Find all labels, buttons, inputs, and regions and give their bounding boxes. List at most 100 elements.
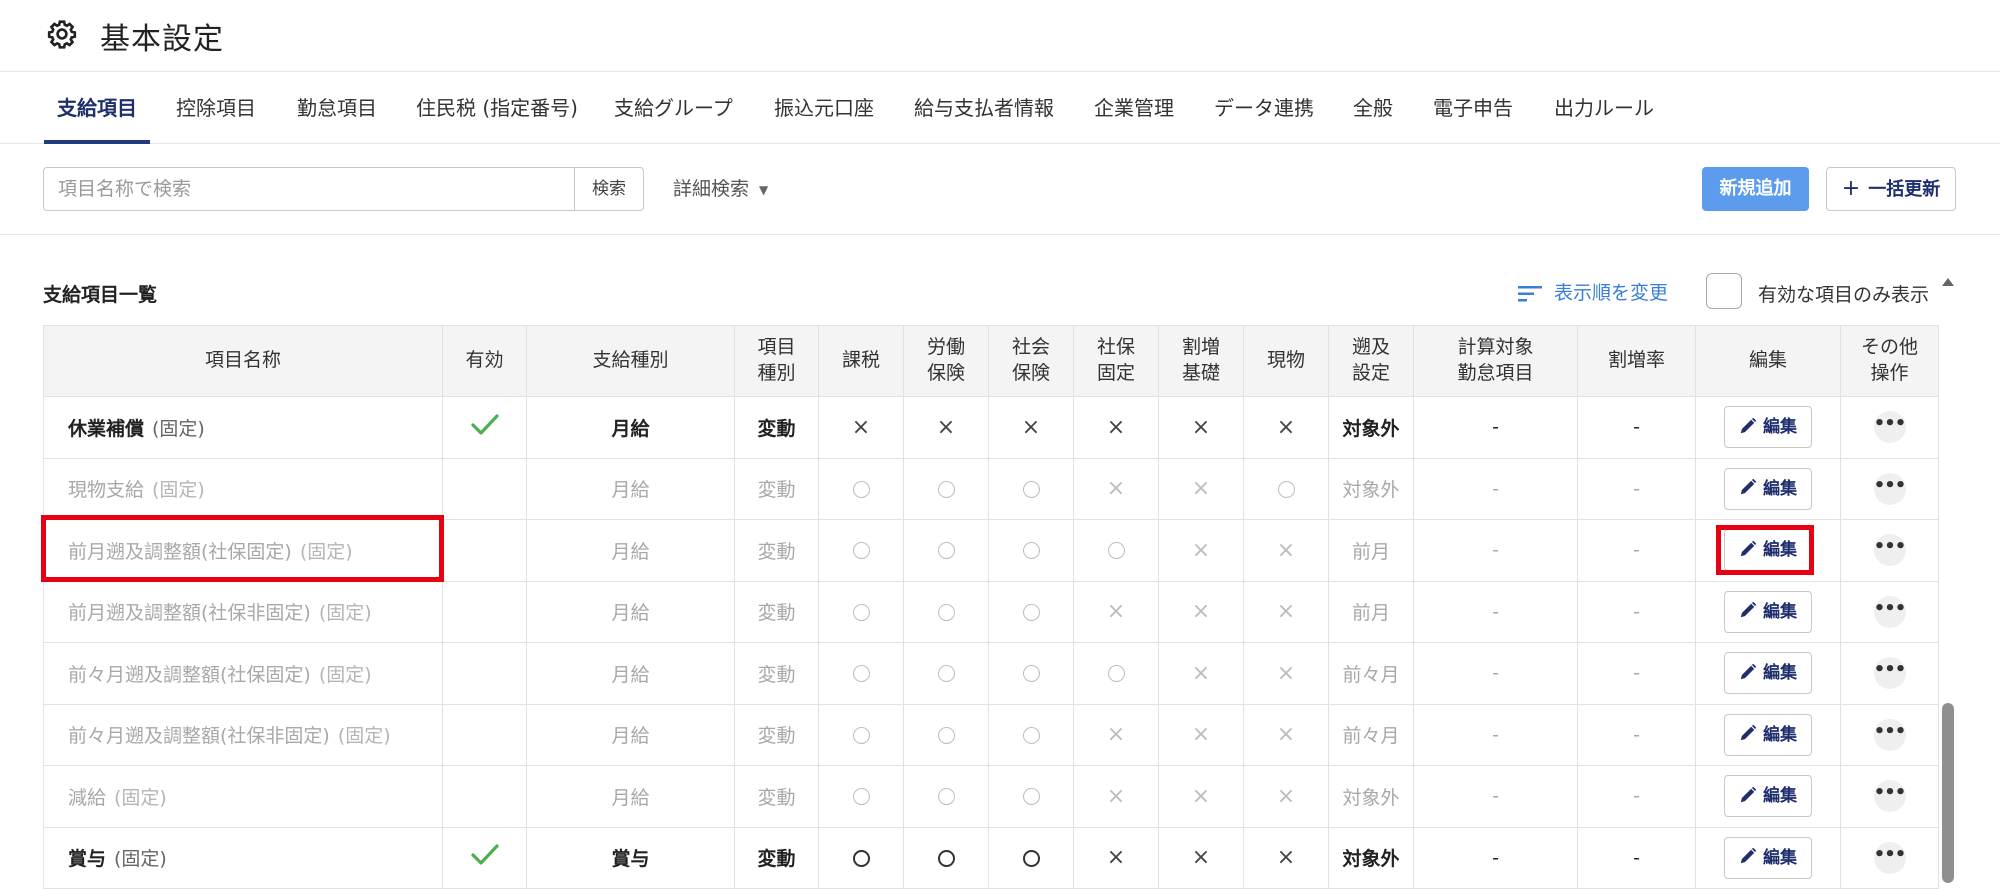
pay-type-cell: 月給 (526, 642, 735, 705)
tab-data-integration[interactable]: データ連携 (1214, 73, 1314, 143)
cross-mark: × (1191, 660, 1211, 686)
pay-type-cell: 月給 (526, 519, 735, 582)
in-kind-cell: × (1243, 396, 1329, 459)
bulk-update-button[interactable]: + 一括更新 (1826, 167, 1956, 211)
edit-button[interactable]: 編集 (1724, 529, 1812, 572)
edit-cell: 編集 (1695, 765, 1841, 828)
more-options-icon[interactable]: ••• (1873, 657, 1906, 690)
edit-cell: 編集 (1695, 580, 1841, 643)
table-header-row: 項目名称 有効 支給種別 項目 種別 課税 労働 保険 社会 保険 社保 固定 割増 基礎 現物遡… (43, 325, 1939, 397)
calc-attendance-cell: - (1413, 519, 1578, 582)
pay-type-cell: 月給 (526, 703, 735, 766)
cross-mark: × (1191, 722, 1211, 748)
search-button[interactable]: 検索 (574, 167, 644, 211)
tab-resident-tax[interactable]: 住民税 (指定番号) (416, 73, 578, 143)
tab-attendance-items[interactable]: 勤怠項目 (297, 73, 377, 143)
more-options-icon[interactable]: ••• (1873, 534, 1906, 567)
change-order-link[interactable]: 表示順を変更 (1518, 278, 1668, 305)
column-header: 課税 (818, 325, 904, 397)
edit-button[interactable]: 編集 (1724, 406, 1812, 449)
circle-icon (1022, 603, 1040, 621)
tab-e-filing[interactable]: 電子申告 (1433, 73, 1513, 143)
tab-payer-info[interactable]: 給与支払者情報 (914, 73, 1054, 143)
edit-cell: 編集 (1695, 703, 1841, 766)
cross-mark: × (1276, 845, 1296, 871)
cross-mark: × (1191, 599, 1211, 625)
social-fixed-cell: × (1073, 580, 1159, 643)
cross-mark: × (1106, 476, 1126, 502)
item-name-cell: 現物支給 (固定) (43, 457, 443, 520)
premium-rate-cell: - (1577, 703, 1696, 766)
labor-ins-cell: × (903, 396, 989, 459)
tab-company-management[interactable]: 企業管理 (1094, 73, 1174, 143)
cross-mark: × (1276, 722, 1296, 748)
social-ins-cell (988, 703, 1074, 766)
taxable-cell (818, 765, 904, 828)
retro-cell: 前々月 (1328, 642, 1414, 705)
gear-icon (47, 20, 77, 49)
tab-general[interactable]: 全般 (1353, 73, 1393, 143)
in-kind-cell (1243, 457, 1329, 520)
scroll-up-arrow-icon[interactable] (1942, 278, 1954, 286)
scrollbar-thumb[interactable] (1942, 703, 1954, 883)
premium-base-cell: × (1158, 580, 1244, 643)
more-cell: ••• (1840, 580, 1939, 643)
item-name-cell: 減給 (固定) (43, 765, 443, 828)
more-options-icon[interactable]: ••• (1873, 718, 1906, 751)
tab-payment-items[interactable]: 支給項目 (44, 73, 150, 144)
calc-attendance-cell: - (1413, 457, 1578, 520)
in-kind-cell: × (1243, 642, 1329, 705)
pay-type-cell: 月給 (526, 396, 735, 459)
cross-mark: × (1276, 537, 1296, 563)
tab-output-rules[interactable]: 出力ルール (1554, 73, 1654, 143)
premium-rate-cell: - (1577, 826, 1696, 889)
calc-attendance-cell: - (1413, 703, 1578, 766)
social-ins-cell (988, 765, 1074, 828)
column-header: 労働 保険 (903, 325, 989, 397)
edit-button[interactable]: 編集 (1724, 713, 1812, 756)
only-active-label: 有効な項目のみ表示 (1758, 284, 1930, 306)
fixed-label: (固定) (114, 786, 167, 809)
retro-cell: 前月 (1328, 519, 1414, 582)
edit-button[interactable]: 編集 (1724, 590, 1812, 633)
fixed-label: (固定) (318, 602, 372, 625)
retro-cell: 対象外 (1328, 396, 1414, 459)
in-kind-cell: × (1243, 519, 1329, 582)
advanced-search-toggle[interactable]: 詳細検索 ▼ (673, 167, 768, 211)
tab-transfer-account[interactable]: 振込元口座 (774, 73, 874, 143)
fixed-label: (固定) (318, 663, 372, 686)
retro-cell: 対象外 (1328, 765, 1414, 828)
toolbar: 検索 詳細検索 ▼ 新規追加 + 一括更新 (0, 145, 2000, 235)
more-options-icon[interactable]: ••• (1873, 411, 1906, 444)
new-item-button[interactable]: 新規追加 (1702, 167, 1809, 211)
more-options-icon[interactable]: ••• (1873, 595, 1906, 628)
cross-mark: × (1191, 476, 1211, 502)
more-options-icon[interactable]: ••• (1873, 780, 1906, 813)
circle-icon (852, 788, 870, 806)
premium-base-cell: × (1158, 457, 1244, 520)
edit-button[interactable]: 編集 (1724, 836, 1812, 879)
active-cell (442, 396, 527, 459)
edit-button[interactable]: 編集 (1724, 467, 1812, 510)
item-name: 休業補償 (68, 417, 145, 440)
column-header: 社保 固定 (1073, 325, 1159, 397)
edit-cell: 編集 (1695, 457, 1841, 520)
fixed-label: (固定) (337, 725, 391, 748)
edit-button[interactable]: 編集 (1724, 652, 1812, 695)
calc-attendance-cell: - (1413, 826, 1578, 889)
edit-button[interactable]: 編集 (1724, 775, 1812, 818)
calc-attendance-cell: - (1413, 765, 1578, 828)
active-cell (442, 826, 527, 889)
cross-mark: × (851, 414, 871, 440)
only-active-checkbox[interactable] (1706, 273, 1742, 309)
search-input[interactable] (43, 167, 575, 211)
item-type-cell: 変動 (734, 826, 819, 889)
tab-deduction-items[interactable]: 控除項目 (176, 73, 256, 143)
payment-items-table: 項目名称 有効 支給種別 項目 種別 課税 労働 保険 社会 保険 社保 固定 割増 基礎 現物遡… (43, 325, 1939, 889)
cross-mark: × (1021, 414, 1041, 440)
tab-payment-group[interactable]: 支給グループ (614, 73, 733, 143)
more-options-icon[interactable]: ••• (1873, 841, 1906, 874)
more-options-icon[interactable]: ••• (1873, 472, 1906, 505)
labor-ins-cell (903, 642, 989, 705)
social-fixed-cell: × (1073, 826, 1159, 889)
